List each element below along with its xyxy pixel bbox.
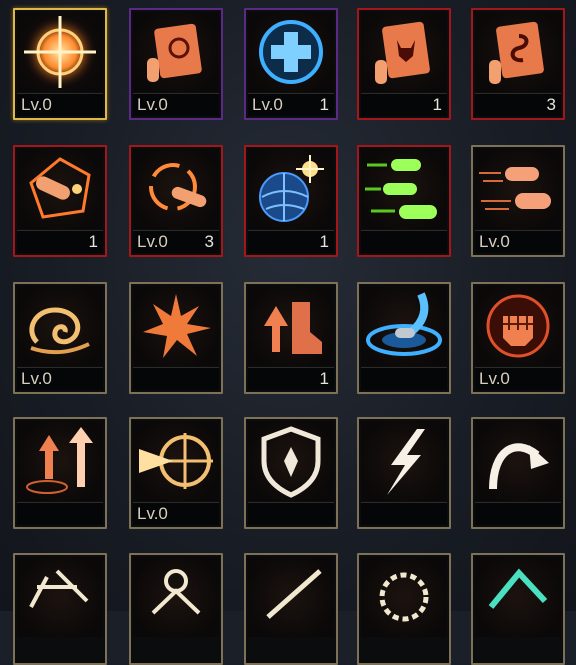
level-label: Lv.0 — [21, 369, 52, 388]
count-label: 3 — [546, 95, 556, 114]
slot-info-bar: Lv.0 3 — [133, 230, 219, 253]
grenade-arrows-icon — [17, 421, 103, 501]
skill-slot-12[interactable] — [129, 282, 223, 394]
slot-info-bar: Lv.0 — [17, 367, 103, 390]
bullet-scroll-moon-icon — [133, 12, 219, 92]
partial-skill-icon — [475, 557, 561, 637]
slot-info-bar — [475, 502, 561, 525]
level-label: Lv.0 — [137, 95, 168, 114]
level-label: Lv.0 — [479, 232, 510, 251]
crosshair-burst-icon — [17, 12, 103, 92]
bullet-scroll-demon-icon — [361, 12, 447, 92]
slot-info-bar — [248, 502, 334, 525]
skill-slot-23[interactable] — [244, 553, 338, 665]
slot-info-bar: Lv.0 1 — [248, 93, 334, 116]
skill-slot-20[interactable] — [471, 417, 565, 529]
skill-slot-16[interactable] — [13, 417, 107, 529]
skill-slot-22[interactable] — [129, 553, 223, 665]
partial-skill-icon — [17, 557, 103, 637]
slot-info-bar: Lv.0 — [475, 230, 561, 253]
slot-info-bar — [133, 367, 219, 390]
partial-skill-icon — [133, 557, 219, 637]
boot-arrows-icon — [248, 286, 334, 366]
slot-info-bar: 1 — [248, 230, 334, 253]
target-blast-icon — [133, 421, 219, 501]
skill-slot-14[interactable] — [357, 282, 451, 394]
skill-slot-8[interactable]: 1 — [244, 145, 338, 257]
skill-slot-7[interactable]: Lv.0 3 — [129, 145, 223, 257]
skill-slot-10[interactable]: Lv.0 — [471, 145, 565, 257]
count-label: 1 — [319, 232, 329, 251]
count-label: 1 — [88, 232, 98, 251]
count-label: 1 — [319, 369, 329, 388]
level-label: Lv.0 — [21, 95, 52, 114]
level-label: Lv.0 — [137, 504, 168, 523]
slot-info-bar — [361, 367, 447, 390]
shield-icon — [248, 421, 334, 501]
slot-info-bar: Lv.0 — [475, 367, 561, 390]
skill-slot-13[interactable]: 1 — [244, 282, 338, 394]
level-label: Lv.0 — [479, 369, 510, 388]
skill-slot-17[interactable]: Lv.0 — [129, 417, 223, 529]
count-label: 3 — [204, 232, 214, 251]
skill-slot-9[interactable] — [357, 145, 451, 257]
spike-burst-icon — [133, 286, 219, 366]
slot-info-bar: 1 — [17, 230, 103, 253]
skill-slot-19[interactable] — [357, 417, 451, 529]
skill-slot-25[interactable] — [471, 553, 565, 665]
skill-slot-6[interactable]: 1 — [13, 145, 107, 257]
partial-skill-icon — [248, 557, 334, 637]
rotating-bullet-icon — [133, 149, 219, 229]
skill-slot-21[interactable] — [13, 553, 107, 665]
blue-impact-ring-icon — [361, 286, 447, 366]
slot-info-bar: 1 — [361, 93, 447, 116]
count-label: 1 — [432, 95, 442, 114]
skill-slot-11[interactable]: Lv.0 — [13, 282, 107, 394]
blue-cross-heal-icon — [248, 12, 334, 92]
skill-slot-5[interactable]: 3 — [471, 8, 565, 120]
bullet-shatter-icon — [17, 149, 103, 229]
skill-slot-3[interactable]: Lv.0 1 — [244, 8, 338, 120]
level-label: Lv.0 — [252, 95, 283, 114]
armored-fist-icon — [475, 286, 561, 366]
slot-info-bar: 3 — [475, 93, 561, 116]
skill-slot-2[interactable]: Lv.0 — [129, 8, 223, 120]
slot-info-bar: Lv.0 — [17, 93, 103, 116]
slot-info-bar — [17, 502, 103, 525]
slot-info-bar — [361, 230, 447, 253]
skill-slot-24[interactable] — [357, 553, 451, 665]
green-bullets-icon — [361, 149, 447, 229]
explosive-orb-icon — [248, 149, 334, 229]
slot-info-bar — [361, 502, 447, 525]
partial-skill-icon — [361, 557, 447, 637]
skill-slot-4[interactable]: 1 — [357, 8, 451, 120]
slot-info-bar: Lv.0 — [133, 502, 219, 525]
fast-bullets-icon — [475, 149, 561, 229]
lightning-icon — [361, 421, 447, 501]
skill-slot-18[interactable] — [244, 417, 338, 529]
skill-slot-15[interactable]: Lv.0 — [471, 282, 565, 394]
slot-info-bar: 1 — [248, 367, 334, 390]
count-label: 1 — [319, 95, 329, 114]
swirl-cloud-icon — [17, 286, 103, 366]
level-label: Lv.0 — [137, 232, 168, 251]
skill-slot-1[interactable]: Lv.0 — [13, 8, 107, 120]
bullet-scroll-serpent-icon — [475, 12, 561, 92]
curved-arrow-icon — [475, 421, 561, 501]
slot-info-bar: Lv.0 — [133, 93, 219, 116]
